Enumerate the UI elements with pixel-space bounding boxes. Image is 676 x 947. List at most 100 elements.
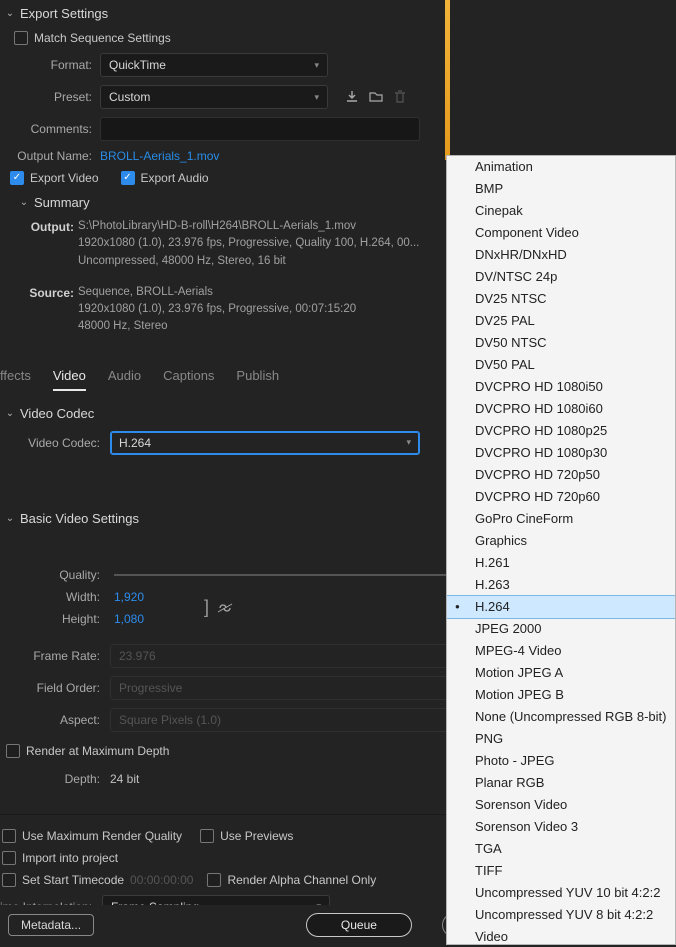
format-value: QuickTime <box>109 58 166 72</box>
codec-option[interactable]: GoPro CineForm <box>447 508 675 530</box>
match-sequence-label: Match Sequence Settings <box>34 31 171 45</box>
codec-option[interactable]: Video <box>447 926 675 945</box>
summary-source-label: Source: <box>0 284 78 336</box>
tab-publish[interactable]: Publish <box>236 368 279 391</box>
comments-label: Comments: <box>0 122 92 136</box>
codec-option[interactable]: DVCPRO HD 720p60 <box>447 486 675 508</box>
export-audio-label: Export Audio <box>141 171 209 185</box>
quality-label: Quality: <box>0 568 100 582</box>
codec-option[interactable]: Sorenson Video 3 <box>447 816 675 838</box>
codec-option[interactable]: TIFF <box>447 860 675 882</box>
codec-option[interactable]: Planar RGB <box>447 772 675 794</box>
codec-option[interactable]: H.264 <box>447 596 675 618</box>
video-codec-section-title: Video Codec <box>20 406 94 421</box>
chevron-down-icon: ⌄ <box>4 8 16 19</box>
export-audio-checkbox[interactable] <box>121 171 135 185</box>
codec-option[interactable]: Sorenson Video <box>447 794 675 816</box>
codec-dropdown-menu[interactable]: AnimationBMPCinepakComponent VideoDNxHR/… <box>446 155 676 945</box>
chevron-down-icon: ▾ <box>314 60 319 71</box>
codec-option[interactable]: H.263 <box>447 574 675 596</box>
codec-option[interactable]: DVCPRO HD 1080p30 <box>447 442 675 464</box>
output-name-label: Output Name: <box>0 149 92 163</box>
tab-captions[interactable]: Captions <box>163 368 214 391</box>
field-order-label: Field Order: <box>0 681 100 695</box>
preset-value: Custom <box>109 90 150 104</box>
tab-audio[interactable]: Audio <box>108 368 141 391</box>
codec-option[interactable]: Component Video <box>447 222 675 244</box>
codec-option[interactable]: Animation <box>447 156 675 178</box>
summary-output-label: Output: <box>0 218 78 270</box>
use-previews-label: Use Previews <box>220 829 293 843</box>
codec-option[interactable]: DVCPRO HD 720p50 <box>447 464 675 486</box>
codec-option[interactable]: Photo - JPEG <box>447 750 675 772</box>
chevron-down-icon: ⌄ <box>4 513 16 524</box>
output-name-link[interactable]: BROLL-Aerials_1.mov <box>100 149 219 163</box>
codec-option[interactable]: Motion JPEG B <box>447 684 675 706</box>
use-max-render-checkbox[interactable] <box>2 829 16 843</box>
render-max-depth-checkbox[interactable] <box>6 744 20 758</box>
export-video-checkbox[interactable] <box>10 171 24 185</box>
codec-option[interactable]: DV50 PAL <box>447 354 675 376</box>
codec-option[interactable]: JPEG 2000 <box>447 618 675 640</box>
metadata-button[interactable]: Metadata... <box>8 914 94 936</box>
width-label: Width: <box>0 590 100 604</box>
codec-option[interactable]: Uncompressed YUV 8 bit 4:2:2 <box>447 904 675 926</box>
codec-option[interactable]: TGA <box>447 838 675 860</box>
export-settings-header[interactable]: ⌄ Export Settings <box>0 0 676 27</box>
codec-option[interactable]: Uncompressed YUV 10 bit 4:2:2 <box>447 882 675 904</box>
codec-option[interactable]: DV25 PAL <box>447 310 675 332</box>
tab-video[interactable]: Video <box>53 368 86 391</box>
export-video-label: Export Video <box>30 171 99 185</box>
tab-effects[interactable]: ffects <box>0 368 31 391</box>
codec-option[interactable]: BMP <box>447 178 675 200</box>
depth-value: 24 bit <box>110 772 139 786</box>
aspect-value: Square Pixels (1.0) <box>119 713 221 727</box>
basic-video-section-title: Basic Video Settings <box>20 511 139 526</box>
width-value[interactable]: 1,920 <box>114 590 144 604</box>
codec-option[interactable]: DV25 NTSC <box>447 288 675 310</box>
link-lock-icon[interactable] <box>213 596 237 620</box>
height-value[interactable]: 1,080 <box>114 612 144 626</box>
summary-source-value: Sequence, BROLL-Aerials 1920x1080 (1.0),… <box>78 284 356 336</box>
codec-option[interactable]: DV50 NTSC <box>447 332 675 354</box>
render-max-depth-label: Render at Maximum Depth <box>26 744 169 758</box>
height-label: Height: <box>0 612 100 626</box>
codec-option[interactable]: MPEG-4 Video <box>447 640 675 662</box>
video-codec-select[interactable]: H.264 ▾ <box>110 431 420 455</box>
codec-option[interactable]: DVCPRO HD 1080i60 <box>447 398 675 420</box>
summary-title: Summary <box>34 195 90 210</box>
import-project-checkbox[interactable] <box>2 851 16 865</box>
field-order-value: Progressive <box>119 681 182 695</box>
comments-input[interactable] <box>100 117 420 141</box>
queue-button[interactable]: Queue <box>306 913 412 937</box>
use-previews-checkbox[interactable] <box>200 829 214 843</box>
bracket-icon: ] <box>204 597 209 618</box>
chevron-down-icon: ▾ <box>406 437 411 448</box>
chevron-down-icon: ▾ <box>314 92 319 103</box>
codec-option[interactable]: None (Uncompressed RGB 8-bit) <box>447 706 675 728</box>
render-alpha-checkbox[interactable] <box>207 873 221 887</box>
use-max-render-label: Use Maximum Render Quality <box>22 829 182 843</box>
save-preset-icon[interactable] <box>340 85 364 109</box>
codec-option[interactable]: DVCPRO HD 1080p25 <box>447 420 675 442</box>
frame-rate-value: 23.976 <box>119 649 156 663</box>
preset-label: Preset: <box>0 90 92 104</box>
match-sequence-checkbox[interactable] <box>14 31 28 45</box>
video-codec-label: Video Codec: <box>0 436 100 450</box>
set-start-tc-checkbox[interactable] <box>2 873 16 887</box>
codec-option[interactable]: H.261 <box>447 552 675 574</box>
codec-option[interactable]: DVCPRO HD 1080i50 <box>447 376 675 398</box>
codec-option[interactable]: DV/NTSC 24p <box>447 266 675 288</box>
chevron-down-icon: ⌄ <box>18 197 30 208</box>
codec-option[interactable]: DNxHR/DNxHD <box>447 244 675 266</box>
codec-option[interactable]: Graphics <box>447 530 675 552</box>
import-preset-icon[interactable] <box>364 85 388 109</box>
delete-preset-icon <box>388 85 412 109</box>
codec-option[interactable]: Motion JPEG A <box>447 662 675 684</box>
set-start-tc-value: 00:00:00:00 <box>130 873 193 887</box>
format-select[interactable]: QuickTime ▾ <box>100 53 328 77</box>
video-codec-value: H.264 <box>119 436 151 450</box>
codec-option[interactable]: Cinepak <box>447 200 675 222</box>
preset-select[interactable]: Custom ▾ <box>100 85 328 109</box>
codec-option[interactable]: PNG <box>447 728 675 750</box>
